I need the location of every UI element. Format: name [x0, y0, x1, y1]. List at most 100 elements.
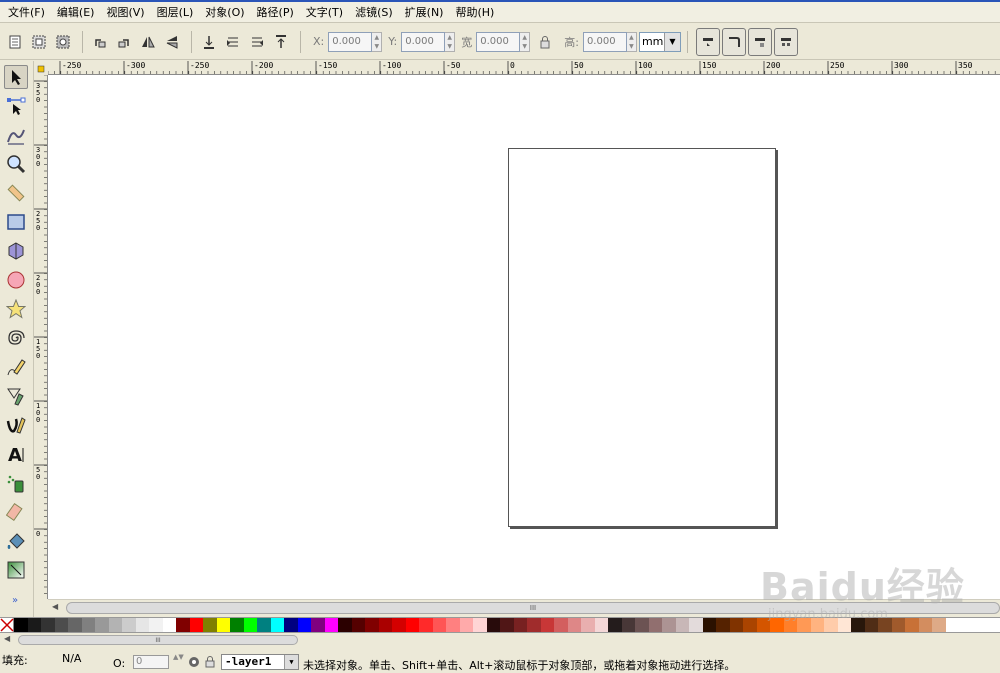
color-swatch[interactable] [891, 618, 905, 632]
ellipse-tool-icon[interactable] [4, 268, 28, 292]
move-patterns-icon[interactable] [773, 27, 798, 56]
x-spinbox[interactable]: 0.000 ▲ ▼ [328, 31, 383, 52]
menu-extensions[interactable]: 扩展(N) [401, 4, 452, 20]
scale-stroke-icon[interactable] [695, 27, 720, 56]
fill-value[interactable]: N/A [62, 652, 81, 665]
paint-bucket-icon[interactable] [4, 529, 28, 553]
node-tool-icon[interactable] [4, 94, 28, 118]
menu-object[interactable]: 对象(O) [201, 4, 252, 20]
lower-icon[interactable] [222, 31, 244, 53]
color-swatch[interactable] [41, 618, 55, 632]
color-swatch[interactable] [365, 618, 379, 632]
tweak-tool-icon[interactable] [4, 123, 28, 147]
color-swatch[interactable] [716, 618, 730, 632]
color-swatch[interactable] [513, 618, 527, 632]
color-swatch[interactable] [864, 618, 878, 632]
rotate-ccw-icon[interactable] [89, 31, 111, 53]
measure-tool-icon[interactable] [4, 181, 28, 205]
color-swatch[interactable] [338, 618, 352, 632]
flip-vertical-icon[interactable] [161, 31, 183, 53]
select-tool-icon[interactable] [4, 65, 28, 89]
color-swatch[interactable] [837, 618, 851, 632]
palette-scrollbar[interactable]: ◀ III [0, 633, 1000, 647]
scrollbar-thumb[interactable]: III [66, 602, 1000, 614]
color-swatch[interactable] [635, 618, 649, 632]
drawing-canvas[interactable] [48, 75, 1000, 599]
no-paint-swatch[interactable] [0, 618, 14, 632]
color-swatch[interactable] [851, 618, 865, 632]
color-swatch[interactable] [95, 618, 109, 632]
color-swatch[interactable] [756, 618, 770, 632]
color-swatch[interactable] [54, 618, 68, 632]
x-input[interactable]: 0.000 [328, 31, 373, 52]
page-border[interactable] [508, 148, 776, 527]
y-spin-arrows[interactable]: ▲ ▼ [445, 31, 456, 52]
height-input[interactable]: 0.000 [582, 31, 627, 52]
color-swatch[interactable] [648, 618, 662, 632]
color-swatch[interactable] [729, 618, 743, 632]
text-tool-icon[interactable]: A [4, 442, 28, 466]
menu-edit[interactable]: 编辑(E) [53, 4, 103, 20]
color-swatch[interactable] [351, 618, 365, 632]
spray-tool-icon[interactable] [4, 471, 28, 495]
color-swatch[interactable] [446, 618, 460, 632]
x-spin-arrows[interactable]: ▲ ▼ [372, 31, 383, 52]
color-swatch[interactable] [594, 618, 608, 632]
color-swatch[interactable] [297, 618, 311, 632]
menu-layer[interactable]: 图层(L) [153, 4, 202, 20]
raise-icon[interactable] [246, 31, 268, 53]
color-swatch[interactable] [689, 618, 703, 632]
color-swatch[interactable] [675, 618, 689, 632]
y-input[interactable]: 0.000 [401, 31, 446, 52]
eye-icon[interactable] [188, 656, 200, 671]
select-all-icon[interactable] [4, 31, 26, 53]
y-spinbox[interactable]: 0.000 ▲ ▼ [401, 31, 456, 52]
color-swatch[interactable] [419, 618, 433, 632]
color-swatch[interactable] [149, 618, 163, 632]
menu-path[interactable]: 路径(P) [253, 4, 302, 20]
width-spin-arrows[interactable]: ▲ ▼ [520, 31, 531, 52]
menu-file[interactable]: 文件(F) [4, 4, 53, 20]
color-swatch[interactable] [108, 618, 122, 632]
flip-horizontal-icon[interactable] [137, 31, 159, 53]
menu-text[interactable]: 文字(T) [302, 4, 351, 20]
opacity-spin-arrows[interactable]: ▲▼ [173, 653, 184, 661]
color-swatch[interactable] [243, 618, 257, 632]
color-swatch[interactable] [176, 618, 190, 632]
menu-view[interactable]: 视图(V) [102, 4, 152, 20]
color-swatch[interactable] [486, 618, 500, 632]
vertical-ruler[interactable]: 350 300 250 200 150 100 50 0 [34, 75, 48, 599]
color-swatch[interactable] [284, 618, 298, 632]
color-swatch[interactable] [473, 618, 487, 632]
color-swatch[interactable] [311, 618, 325, 632]
color-swatch[interactable] [162, 618, 176, 632]
color-swatch[interactable] [702, 618, 716, 632]
invert-selection-icon[interactable] [52, 31, 74, 53]
layer-select[interactable]: -layer1 ▼ [221, 654, 299, 670]
pencil-tool-icon[interactable] [4, 355, 28, 379]
color-swatch[interactable] [230, 618, 244, 632]
horizontal-ruler[interactable]: -250 -300 -250 -200 -150 -100 -50 0 50 100 150 200 2… [48, 61, 1000, 75]
color-swatch[interactable] [378, 618, 392, 632]
scale-corners-icon[interactable] [721, 27, 746, 56]
color-swatch[interactable] [743, 618, 757, 632]
color-swatch[interactable] [459, 618, 473, 632]
spiral-tool-icon[interactable] [4, 326, 28, 350]
color-swatch[interactable] [581, 618, 595, 632]
pen-tool-icon[interactable] [4, 384, 28, 408]
chevron-down-icon[interactable]: ▼ [663, 32, 680, 51]
height-spin-arrows[interactable]: ▲ ▼ [626, 31, 637, 52]
unit-select[interactable]: mm ▼ [638, 31, 681, 52]
color-swatch[interactable] [810, 618, 824, 632]
palette-scroll-left-icon[interactable]: ◀ [4, 634, 10, 643]
color-swatch[interactable] [621, 618, 635, 632]
color-swatch[interactable] [405, 618, 419, 632]
color-swatch[interactable] [27, 618, 41, 632]
lock-icon[interactable] [534, 31, 556, 53]
color-swatch[interactable] [554, 618, 568, 632]
color-swatch[interactable] [540, 618, 554, 632]
raise-to-top-icon[interactable] [270, 31, 292, 53]
palette-scroll-thumb[interactable]: III [18, 635, 298, 645]
color-swatch[interactable] [135, 618, 149, 632]
color-swatch[interactable] [662, 618, 676, 632]
